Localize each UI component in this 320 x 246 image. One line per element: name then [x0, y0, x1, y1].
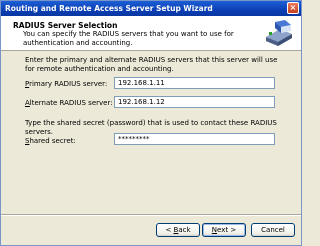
primary-server-label: Primary RADIUS server: — [25, 80, 108, 88]
close-icon[interactable]: × — [287, 2, 299, 14]
network-server-icon — [266, 20, 292, 46]
wizard-header: RADIUS Server Selection You can specify … — [1, 16, 301, 51]
alternate-server-label: Alternate RADIUS server: — [25, 99, 113, 107]
intro-text: Enter the primary and alternate RADIUS s… — [25, 56, 278, 73]
footer-divider — [1, 214, 301, 216]
alternate-server-input[interactable]: 192.168.1.12 — [114, 96, 275, 108]
page-subtitle: You can specify the RADIUS servers that … — [23, 30, 234, 47]
title-bar[interactable]: Routing and Remote Access Server Setup W… — [1, 1, 301, 16]
shared-secret-input[interactable]: ********* — [114, 133, 275, 145]
primary-server-input[interactable]: 192.168.1.11 — [114, 77, 275, 89]
back-button[interactable]: < Back — [156, 223, 200, 237]
shared-secret-label: Shared secret: — [25, 137, 76, 145]
page-title: RADIUS Server Selection — [13, 21, 118, 30]
window-title: Routing and Remote Access Server Setup W… — [5, 4, 213, 13]
wizard-window: Routing and Remote Access Server Setup W… — [0, 0, 302, 246]
cancel-button[interactable]: Cancel — [251, 223, 295, 237]
next-button[interactable]: Next > — [202, 223, 246, 237]
